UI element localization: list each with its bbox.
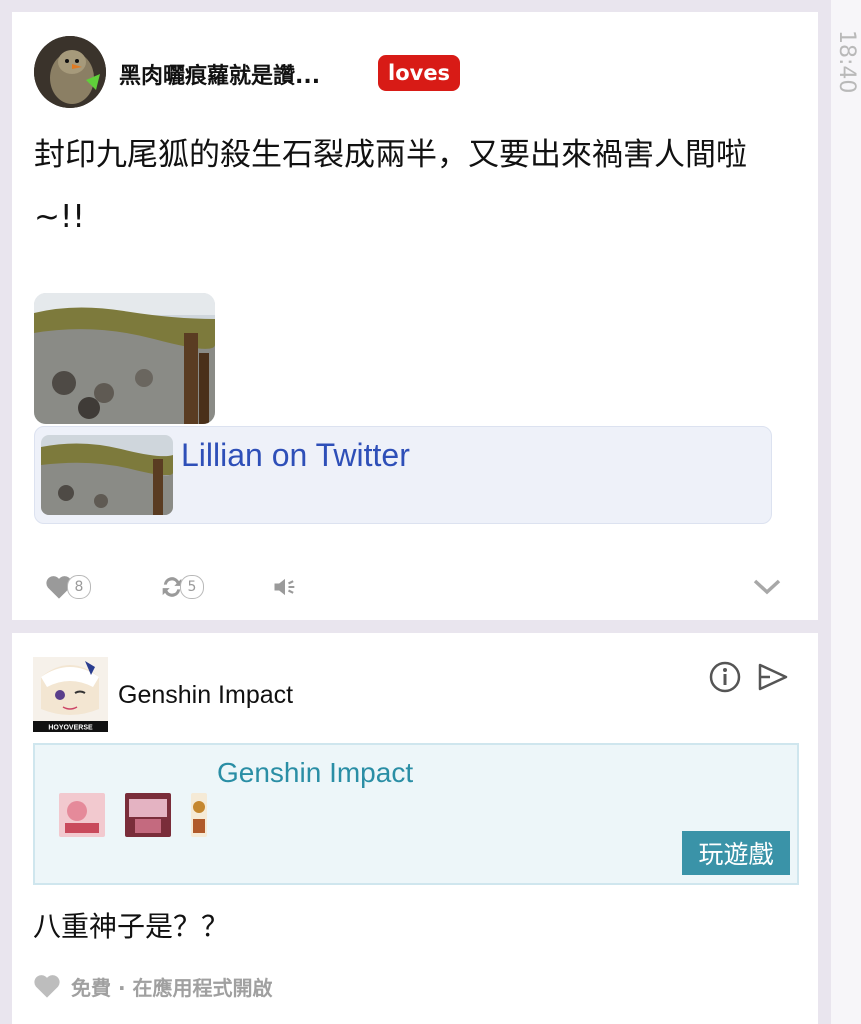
- share-icon[interactable]: [756, 661, 790, 697]
- ad-screenshot: [59, 793, 105, 837]
- post-actions: 8 5: [12, 567, 818, 607]
- avatar-label: HOYOVERSE: [48, 725, 93, 732]
- tag-badge[interactable]: loves: [378, 55, 461, 91]
- user-avatar[interactable]: [34, 36, 106, 108]
- time-label: 18:40: [834, 30, 859, 94]
- play-game-button[interactable]: 玩遊戲: [682, 831, 790, 875]
- timeline-rail: [831, 0, 861, 1024]
- reblog-count: 5: [180, 575, 204, 599]
- post-caption: 八重神子是？？: [33, 910, 230, 943]
- post-photo[interactable]: [34, 293, 215, 424]
- like-button[interactable]: 8: [45, 567, 91, 607]
- sponsored-post-card: HOYOVERSE Genshin Impact Genshin Impact …: [12, 633, 818, 1024]
- post-card: 黑肉曬痕蘿就是讚... loves 封印九尾狐的殺生石裂成兩半，又要出來禍害人間…: [12, 12, 818, 620]
- ad-screenshot: [125, 793, 171, 837]
- ad-meta: 免費 · 在應用程式開啟: [33, 971, 273, 1001]
- ad-screenshot: [191, 793, 207, 837]
- ad-title[interactable]: Genshin Impact: [217, 757, 413, 789]
- chevron-down-icon: [753, 579, 781, 595]
- game-ad[interactable]: Genshin Impact 玩遊戲: [33, 743, 799, 885]
- author-avatar[interactable]: HOYOVERSE: [33, 657, 108, 732]
- heart-icon[interactable]: [33, 973, 61, 999]
- link-title[interactable]: Lillian on Twitter: [181, 437, 410, 474]
- info-icon[interactable]: [709, 661, 741, 697]
- author-name[interactable]: Genshin Impact: [118, 681, 293, 710]
- mute-button[interactable]: [270, 567, 300, 607]
- username[interactable]: 黑肉曬痕蘿就是讚...: [119, 58, 320, 90]
- link-preview[interactable]: Lillian on Twitter: [34, 426, 772, 524]
- link-thumbnail: [41, 435, 173, 515]
- like-count: 8: [67, 575, 91, 599]
- expand-button[interactable]: [752, 567, 782, 607]
- speaker-icon: [274, 578, 295, 596]
- ad-meta-text[interactable]: 免費 · 在應用程式開啟: [71, 972, 273, 1001]
- post-text: 封印九尾狐的殺生石裂成兩半，又要出來禍害人間啦~!!: [34, 137, 747, 235]
- reblog-button[interactable]: 5: [158, 567, 204, 607]
